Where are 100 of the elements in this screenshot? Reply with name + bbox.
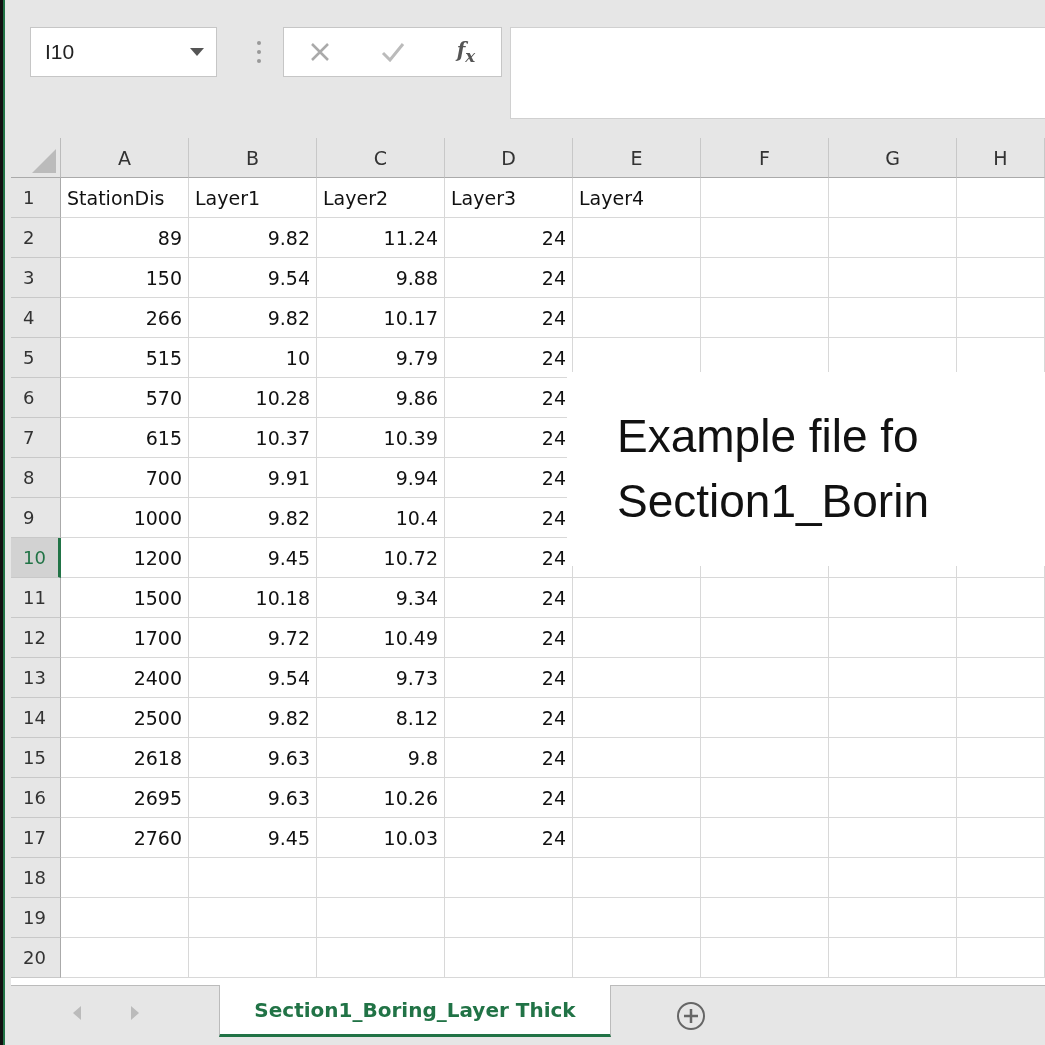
empty-cell[interactable] bbox=[829, 858, 957, 898]
name-box[interactable]: I10 bbox=[30, 27, 217, 77]
row-header[interactable]: 6 bbox=[11, 378, 61, 418]
row-header[interactable]: 1 bbox=[11, 178, 61, 218]
row-header[interactable]: 4 bbox=[11, 298, 61, 338]
empty-cell[interactable] bbox=[573, 938, 701, 978]
empty-cell[interactable] bbox=[573, 618, 701, 658]
row-header[interactable]: 19 bbox=[11, 898, 61, 938]
empty-cell[interactable] bbox=[573, 258, 701, 298]
row-header[interactable]: 14 bbox=[11, 698, 61, 738]
empty-cell[interactable] bbox=[829, 218, 957, 258]
empty-cell[interactable] bbox=[957, 698, 1045, 738]
empty-cell[interactable] bbox=[829, 258, 957, 298]
empty-cell[interactable] bbox=[573, 778, 701, 818]
empty-cell[interactable] bbox=[573, 298, 701, 338]
add-sheet-icon[interactable] bbox=[676, 1001, 706, 1031]
row-header[interactable]: 5 bbox=[11, 338, 61, 378]
empty-cell[interactable] bbox=[957, 618, 1045, 658]
empty-cell[interactable] bbox=[957, 578, 1045, 618]
column-header[interactable]: B bbox=[189, 138, 317, 178]
empty-cell[interactable] bbox=[701, 818, 829, 858]
row-header[interactable]: 18 bbox=[11, 858, 61, 898]
empty-cell[interactable] bbox=[317, 898, 445, 938]
row-header[interactable]: 3 bbox=[11, 258, 61, 298]
row-header[interactable]: 9 bbox=[11, 498, 61, 538]
empty-cell[interactable] bbox=[701, 658, 829, 698]
next-sheet-icon[interactable] bbox=[131, 1006, 139, 1020]
empty-cell[interactable] bbox=[573, 218, 701, 258]
row-header[interactable]: 20 bbox=[11, 938, 61, 978]
formula-field[interactable] bbox=[510, 27, 1045, 119]
empty-cell[interactable] bbox=[829, 658, 957, 698]
empty-cell[interactable] bbox=[829, 578, 957, 618]
empty-cell[interactable] bbox=[957, 658, 1045, 698]
column-header[interactable]: A bbox=[61, 138, 189, 178]
insert-function-button[interactable]: f$_{x}$ bbox=[456, 38, 476, 66]
empty-cell[interactable] bbox=[445, 938, 573, 978]
empty-cell[interactable] bbox=[573, 698, 701, 738]
row-header[interactable]: 15 bbox=[11, 738, 61, 778]
empty-cell[interactable] bbox=[701, 858, 829, 898]
row-header[interactable]: 12 bbox=[11, 618, 61, 658]
empty-cell[interactable] bbox=[701, 778, 829, 818]
column-header[interactable]: G bbox=[829, 138, 957, 178]
empty-cell[interactable] bbox=[701, 218, 829, 258]
empty-cell[interactable] bbox=[701, 898, 829, 938]
empty-cell[interactable] bbox=[701, 578, 829, 618]
empty-cell[interactable] bbox=[957, 778, 1045, 818]
empty-cell[interactable] bbox=[957, 298, 1045, 338]
empty-cell[interactable] bbox=[957, 178, 1045, 218]
empty-cell[interactable] bbox=[573, 658, 701, 698]
checkmark-icon[interactable] bbox=[381, 42, 406, 62]
empty-cell[interactable] bbox=[189, 938, 317, 978]
empty-cell[interactable] bbox=[573, 578, 701, 618]
cancel-icon[interactable] bbox=[309, 42, 330, 62]
empty-cell[interactable] bbox=[829, 938, 957, 978]
row-header[interactable]: 11 bbox=[11, 578, 61, 618]
empty-cell[interactable] bbox=[957, 898, 1045, 938]
previous-sheet-icon[interactable] bbox=[73, 1006, 81, 1020]
empty-cell[interactable] bbox=[573, 898, 701, 938]
column-header[interactable]: F bbox=[701, 138, 829, 178]
empty-cell[interactable] bbox=[189, 858, 317, 898]
empty-cell[interactable] bbox=[445, 858, 573, 898]
empty-cell[interactable] bbox=[829, 298, 957, 338]
empty-cell[interactable] bbox=[701, 618, 829, 658]
empty-cell[interactable] bbox=[701, 938, 829, 978]
row-header[interactable]: 13 bbox=[11, 658, 61, 698]
empty-cell[interactable] bbox=[317, 858, 445, 898]
empty-cell[interactable] bbox=[701, 178, 829, 218]
row-header[interactable]: 2 bbox=[11, 218, 61, 258]
empty-cell[interactable] bbox=[957, 818, 1045, 858]
empty-cell[interactable] bbox=[573, 858, 701, 898]
select-all-icon[interactable] bbox=[32, 149, 56, 173]
row-header[interactable]: 8 bbox=[11, 458, 61, 498]
empty-cell[interactable] bbox=[701, 298, 829, 338]
empty-cell[interactable] bbox=[829, 778, 957, 818]
empty-cell[interactable] bbox=[829, 818, 957, 858]
empty-cell[interactable] bbox=[957, 218, 1045, 258]
empty-cell[interactable] bbox=[957, 258, 1045, 298]
row-header[interactable]: 16 bbox=[11, 778, 61, 818]
empty-cell[interactable] bbox=[573, 738, 701, 778]
empty-cell[interactable] bbox=[829, 738, 957, 778]
row-header[interactable]: 10 bbox=[11, 538, 61, 578]
empty-cell[interactable] bbox=[701, 738, 829, 778]
empty-cell[interactable] bbox=[701, 258, 829, 298]
empty-cell[interactable] bbox=[573, 818, 701, 858]
empty-cell[interactable] bbox=[317, 938, 445, 978]
empty-cell[interactable] bbox=[189, 898, 317, 938]
column-header[interactable]: E bbox=[573, 138, 701, 178]
sheet-tab[interactable]: Section1_Boring_Layer Thick bbox=[219, 985, 611, 1037]
empty-cell[interactable] bbox=[829, 178, 957, 218]
empty-cell[interactable] bbox=[829, 618, 957, 658]
column-header[interactable]: H bbox=[957, 138, 1045, 178]
empty-cell[interactable] bbox=[701, 698, 829, 738]
column-header[interactable]: D bbox=[445, 138, 573, 178]
empty-cell[interactable] bbox=[445, 898, 573, 938]
column-header[interactable]: C bbox=[317, 138, 445, 178]
row-header[interactable]: 7 bbox=[11, 418, 61, 458]
empty-cell[interactable] bbox=[829, 698, 957, 738]
empty-cell[interactable] bbox=[829, 898, 957, 938]
row-header[interactable]: 17 bbox=[11, 818, 61, 858]
empty-cell[interactable] bbox=[957, 858, 1045, 898]
